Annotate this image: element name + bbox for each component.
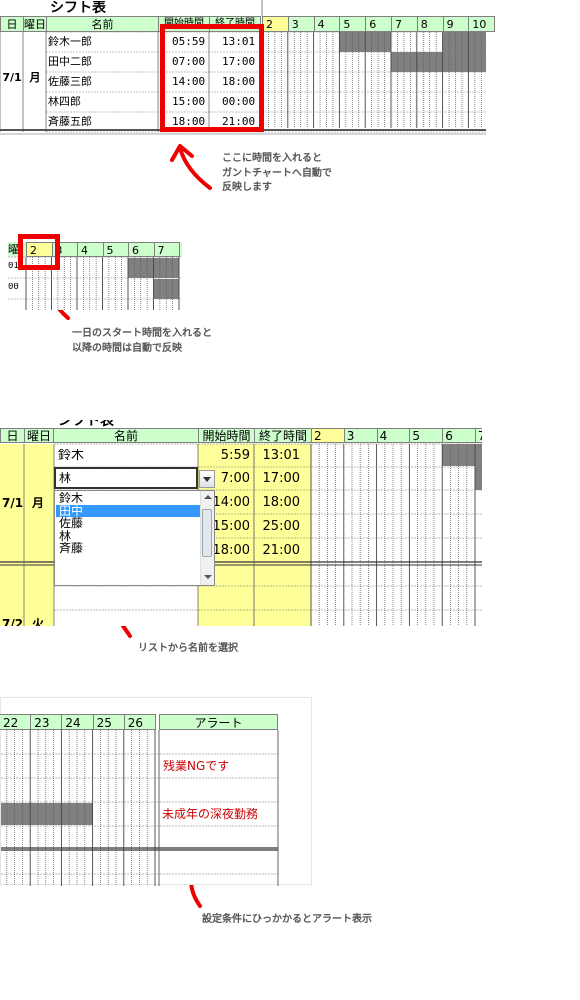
chevron-down-icon: [203, 477, 211, 482]
date-cell[interactable]: 7/1: [2, 497, 23, 509]
section-name-dropdown: シフト表 日 曜日 名前 開始時間 終了時間 234567 7/1 月 7/2 …: [0, 420, 482, 626]
end-time-cell[interactable]: 18:00: [258, 496, 300, 509]
name-select-value: 林: [59, 472, 72, 484]
dropdown-list[interactable]: 鈴木 田中 佐藤林斉藤: [54, 490, 215, 586]
header-alert: アラート: [159, 714, 278, 730]
hour-header-22: 22: [0, 714, 32, 730]
dropdown-option[interactable]: 佐藤: [56, 517, 200, 529]
note-2: 一日のスタート時間を入れると 以降の時間は自動で反映: [72, 328, 212, 354]
end-time-cell[interactable]: 25:00: [258, 520, 300, 533]
start-time-cell[interactable]: 5:59: [204, 449, 250, 462]
note-3: リストから名前を選択: [138, 643, 238, 654]
alert-overtime: 残業NGです: [163, 760, 230, 772]
hour-header-24: 24: [61, 714, 94, 730]
note-4: 設定条件にひっかかるとアラート表示: [202, 914, 372, 925]
scroll-down-icon[interactable]: [204, 575, 212, 579]
note-1: ここに時間を入れると ガントチャートへ自動で 反映します: [222, 153, 332, 193]
dropdown-option[interactable]: 林: [56, 530, 200, 542]
hour-header-23: 23: [30, 714, 63, 730]
section-alert: 22 23 24 25 26 アラート 残業NGです 未成年の深夜勤務: [0, 697, 312, 886]
dropdown-scrollbar[interactable]: [200, 491, 214, 585]
hour-header-5: 5: [102, 242, 129, 257]
hour-header-7: 7: [153, 242, 180, 257]
date-cell-2[interactable]: 7/2: [2, 618, 23, 626]
hour-header-25: 25: [92, 714, 125, 730]
hour-header-4: 4: [77, 242, 104, 257]
highlight-box-times: [160, 24, 264, 132]
highlight-box-start-hour: [18, 234, 60, 270]
dropdown-option[interactable]: 鈴木: [56, 492, 200, 504]
end-time-cell[interactable]: 17:00: [258, 472, 300, 485]
zoom-row-stub-2: 00: [8, 283, 19, 292]
scrollbar-thumb[interactable]: [202, 509, 212, 557]
name-cell[interactable]: 鈴木: [58, 449, 84, 462]
end-time-cell[interactable]: 21:00: [258, 544, 300, 557]
scroll-up-icon[interactable]: [204, 495, 212, 499]
dropdown-option[interactable]: 田中: [56, 504, 200, 517]
weekday-cell[interactable]: 月: [32, 497, 44, 509]
hour-header-6: 6: [128, 242, 155, 257]
dropdown-option[interactable]: 斉藤: [56, 542, 200, 554]
section-start-hour-zoom: 曜 234567 01 00: [8, 228, 182, 310]
name-select-active-cell[interactable]: 林: [54, 467, 198, 489]
weekday-cell-2[interactable]: 火: [32, 618, 44, 626]
section-shift-table-1: シフト表 日 曜日 名前 開始時間 終了時間 2 3 4 5 6 7 8 9 10 7/1 月 …: [0, 0, 496, 145]
end-time-cell[interactable]: 13:01: [258, 449, 300, 462]
alert-minor-night: 未成年の深夜勤務: [162, 808, 259, 820]
hour-header-26: 26: [123, 714, 156, 730]
dropdown-arrow-button[interactable]: [199, 470, 215, 488]
